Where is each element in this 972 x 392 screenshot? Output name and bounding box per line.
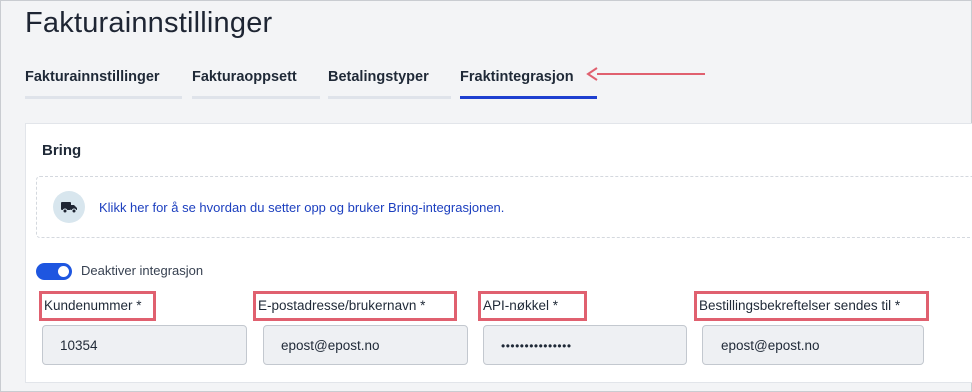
customer-number-label: Kundenummer * <box>39 291 156 321</box>
card-title: Bring <box>42 142 82 159</box>
tab-fakturainnstillinger[interactable]: Fakturainnstillinger <box>25 69 182 99</box>
customer-number-input[interactable]: 10354 <box>42 325 247 365</box>
tab-fraktintegrasjon[interactable]: Fraktintegrasjon <box>460 69 597 99</box>
tab-fakturaoppsett[interactable]: Fakturaoppsett <box>192 69 320 99</box>
truck-icon <box>53 191 85 223</box>
email-username-label: E-postadresse/brukernavn * <box>253 291 457 321</box>
order-confirmation-label: Bestillingsbekreftelser sendes til * <box>694 291 929 321</box>
order-confirmation-input[interactable]: epost@epost.no <box>702 325 924 365</box>
api-key-label: API-nøkkel * <box>478 291 587 321</box>
bring-card: Bring Klikk her for å se hvordan du sett… <box>25 123 972 383</box>
page-title: Fakturainnstillinger <box>25 7 273 39</box>
toggle-knob <box>58 266 69 277</box>
toggle-label: Deaktiver integrasjon <box>81 263 204 278</box>
api-key-input[interactable]: ••••••••••••••• <box>483 325 687 365</box>
integration-toggle[interactable] <box>36 263 72 280</box>
email-username-input[interactable]: epost@epost.no <box>263 325 468 365</box>
info-box: Klikk her for å se hvordan du setter opp… <box>36 176 972 238</box>
annotation-arrow-icon <box>586 67 705 81</box>
tab-betalingstyper[interactable]: Betalingstyper <box>328 69 451 99</box>
bring-help-link[interactable]: Klikk her for å se hvordan du setter opp… <box>99 200 504 215</box>
